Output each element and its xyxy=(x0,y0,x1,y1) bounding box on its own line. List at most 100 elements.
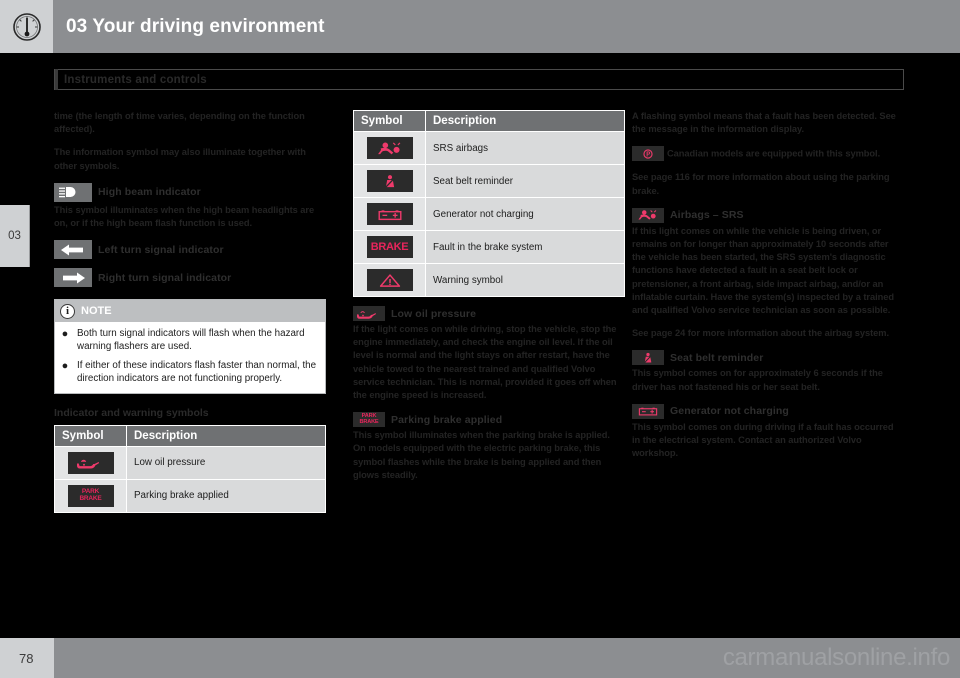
table-row: Low oil pressure xyxy=(54,445,326,480)
description-cell: Generator not charging xyxy=(425,197,625,231)
left-turn-heading: Left turn signal indicator xyxy=(54,240,326,260)
description-cell: Seat belt reminder xyxy=(425,164,625,198)
chapter-icon-box xyxy=(0,0,53,53)
table-row: SRS airbags xyxy=(353,131,625,165)
page-header: 03 Your driving environment xyxy=(0,0,960,53)
table-header-row: Symbol Description xyxy=(353,110,625,132)
column-header-symbol: Symbol xyxy=(54,424,127,447)
park-brake-icon: PARK BRAKE xyxy=(353,412,385,428)
airbags-label: Airbags – SRS xyxy=(670,209,744,222)
description-cell: Warning symbol xyxy=(425,263,625,297)
bullet-icon: ● xyxy=(61,328,69,341)
canadian-note-text: Canadian models are equipped with this s… xyxy=(667,148,881,159)
note-item-text: Both turn signal indicators will flash w… xyxy=(77,328,305,352)
generator-label: Generator not charging xyxy=(670,405,789,418)
generator-text: This symbol comes on during driving if a… xyxy=(632,421,894,459)
seat-belt-text: This symbol comes on for approximately 6… xyxy=(632,368,883,392)
column-header-description: Description xyxy=(126,424,326,447)
high-beam-icon xyxy=(54,182,92,202)
bullet-icon: ● xyxy=(61,360,69,373)
section-title: Instruments and controls xyxy=(64,73,207,86)
brake-text-icon: BRAKE xyxy=(366,236,413,258)
table-row: BRAKE Fault in the brake system xyxy=(353,230,625,264)
symbol-cell xyxy=(353,197,426,231)
canadian-note: Canadian models are equipped with this s… xyxy=(632,146,904,162)
right-turn-label: Right turn signal indicator xyxy=(98,271,232,284)
page-number: 78 xyxy=(19,650,34,666)
note-box: i NOTE ● Both turn signal indicators wil… xyxy=(54,299,326,394)
page-title: 03 Your driving environment xyxy=(66,15,325,37)
parking-brake-text: This symbol illuminates when the parking… xyxy=(353,430,610,480)
generator-heading: Generator not charging xyxy=(632,403,904,419)
seat-belt-label: Seat belt reminder xyxy=(670,351,764,364)
symbol-cell xyxy=(353,263,426,297)
gauge-icon xyxy=(12,12,41,41)
left-paragraph-2: The information symbol may also illumina… xyxy=(54,147,306,171)
table-header-row: Symbol Description xyxy=(54,424,326,447)
srs-airbag-icon xyxy=(366,137,413,159)
left-arrow-icon xyxy=(54,240,92,260)
low-oil-label: Low oil pressure xyxy=(391,307,477,320)
left-column: time (the length of time varies, dependi… xyxy=(54,110,326,513)
symbol-cell xyxy=(54,445,127,480)
table-row: Warning symbol xyxy=(353,263,625,297)
warning-symbols-table: Symbol Description SRS airbags Seat belt… xyxy=(353,110,625,297)
watermark: carmanualsonline.info xyxy=(722,644,950,671)
note-list-item: ● Both turn signal indicators will flash… xyxy=(60,328,317,353)
symbol-cell: PARK BRAKE xyxy=(54,478,127,513)
warning-triangle-icon xyxy=(366,269,413,291)
left-turn-label: Left turn signal indicator xyxy=(98,243,224,256)
oil-can-icon xyxy=(353,306,385,321)
description-cell: Fault in the brake system xyxy=(425,230,625,264)
high-beam-label: High beam indicator xyxy=(98,186,201,199)
parking-brake-label: Parking brake applied xyxy=(391,413,503,426)
page-number-box: 78 xyxy=(0,638,54,678)
chapter-tab-label: 03 xyxy=(8,230,21,242)
column-header-symbol: Symbol xyxy=(353,110,426,132)
footer-bar: carmanualsonline.info xyxy=(54,638,960,678)
right-turn-heading: Right turn signal indicator xyxy=(54,268,326,288)
page-footer: 78 carmanualsonline.info xyxy=(0,638,960,678)
description-cell: SRS airbags xyxy=(425,131,625,165)
note-item-text: If either of these indicators flash fast… xyxy=(77,360,317,384)
airbags-see-page: See page 24 for more information about t… xyxy=(632,328,890,339)
symbol-cell xyxy=(353,131,426,165)
park-brake-icon: PARK BRAKE xyxy=(67,484,114,507)
right-paragraph-1: A flashing symbol means that a fault has… xyxy=(632,111,896,135)
srs-airbag-icon xyxy=(632,207,664,223)
oil-can-icon xyxy=(67,451,114,474)
description-cell: Parking brake applied xyxy=(126,478,326,513)
column-header-description: Description xyxy=(425,110,625,132)
left-table-heading: Indicator and warning symbols xyxy=(54,406,209,419)
info-icon: i xyxy=(60,303,75,319)
right-paragraph-2: See page 116 for more information about … xyxy=(632,172,890,196)
table-row: Generator not charging xyxy=(353,197,625,231)
note-body: ● Both turn signal indicators will flash… xyxy=(55,322,325,392)
middle-column: Symbol Description SRS airbags Seat belt… xyxy=(353,110,625,482)
symbol-cell xyxy=(353,164,426,198)
canadian-park-brake-icon xyxy=(632,146,664,162)
symbol-cell: BRAKE xyxy=(353,230,426,264)
table-row: PARK BRAKE Parking brake applied xyxy=(54,478,326,513)
seat-belt-icon xyxy=(366,170,413,192)
seat-belt-icon xyxy=(632,350,664,366)
note-list-item: ● If either of these indicators flash fa… xyxy=(60,360,317,385)
low-oil-heading: Low oil pressure xyxy=(353,306,625,321)
page-header-title-bar: 03 Your driving environment xyxy=(53,0,960,53)
table-row: Seat belt reminder xyxy=(353,164,625,198)
description-cell: Low oil pressure xyxy=(126,445,326,480)
left-paragraph-1: time (the length of time varies, dependi… xyxy=(54,111,305,135)
airbags-text: If this light comes on while the vehicle… xyxy=(632,225,894,316)
note-header: i NOTE xyxy=(55,300,325,323)
section-title-bar: Instruments and controls xyxy=(54,69,904,90)
right-column: A flashing symbol means that a fault has… xyxy=(632,110,904,460)
right-arrow-icon xyxy=(54,268,92,288)
airbags-heading: Airbags – SRS xyxy=(632,207,904,223)
note-title: NOTE xyxy=(81,305,112,318)
low-oil-text: If the light comes on while driving, sto… xyxy=(353,324,617,401)
seat-belt-heading: Seat belt reminder xyxy=(632,350,904,366)
parking-brake-heading: PARK BRAKE Parking brake applied xyxy=(353,412,625,428)
battery-icon xyxy=(366,203,413,225)
chapter-tab: 03 xyxy=(0,205,30,267)
indicator-symbols-table: Symbol Description Low oil pressure PARK… xyxy=(54,424,326,513)
